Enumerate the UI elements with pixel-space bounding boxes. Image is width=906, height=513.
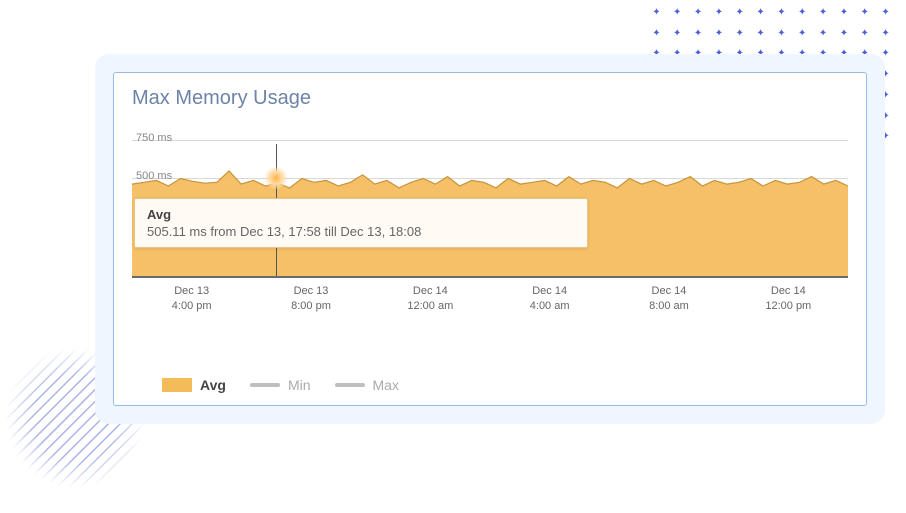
legend-swatch-max [335, 383, 365, 387]
legend-swatch-avg [162, 378, 192, 392]
chart-plot-area[interactable]: 750 ms 500 ms Avg 505.11 ms from Dec 13,… [132, 126, 848, 371]
legend-label-max: Max [373, 377, 399, 393]
legend-swatch-min [250, 383, 280, 387]
chart-cursor-dot [265, 167, 287, 189]
legend-item-avg[interactable]: Avg [162, 377, 226, 393]
x-tick-row: Dec 134:00 pmDec 138:00 pmDec 1412:00 am… [132, 284, 848, 315]
chart-tooltip: Avg 505.11 ms from Dec 13, 17:58 till De… [134, 198, 588, 248]
x-tick: Dec 1412:00 am [371, 284, 490, 315]
x-tick: Dec 1412:00 pm [729, 284, 848, 315]
legend-item-min[interactable]: Min [250, 377, 311, 393]
x-tick: Dec 144:00 am [490, 284, 609, 315]
chart-card-outer: Max Memory Usage 750 ms 500 ms Avg 505.1… [95, 54, 885, 424]
x-tick: Dec 138:00 pm [251, 284, 370, 315]
legend-item-max[interactable]: Max [335, 377, 399, 393]
x-tick: Dec 148:00 am [609, 284, 728, 315]
tooltip-title: Avg [147, 207, 575, 222]
legend-label-min: Min [288, 377, 311, 393]
x-axis [132, 276, 848, 278]
legend-label-avg: Avg [200, 377, 226, 393]
x-tick: Dec 134:00 pm [132, 284, 251, 315]
tooltip-body: 505.11 ms from Dec 13, 17:58 till Dec 13… [147, 224, 575, 239]
chart-legend: Avg Min Max [132, 377, 848, 393]
chart-title: Max Memory Usage [132, 87, 848, 110]
chart-card: Max Memory Usage 750 ms 500 ms Avg 505.1… [113, 72, 867, 406]
